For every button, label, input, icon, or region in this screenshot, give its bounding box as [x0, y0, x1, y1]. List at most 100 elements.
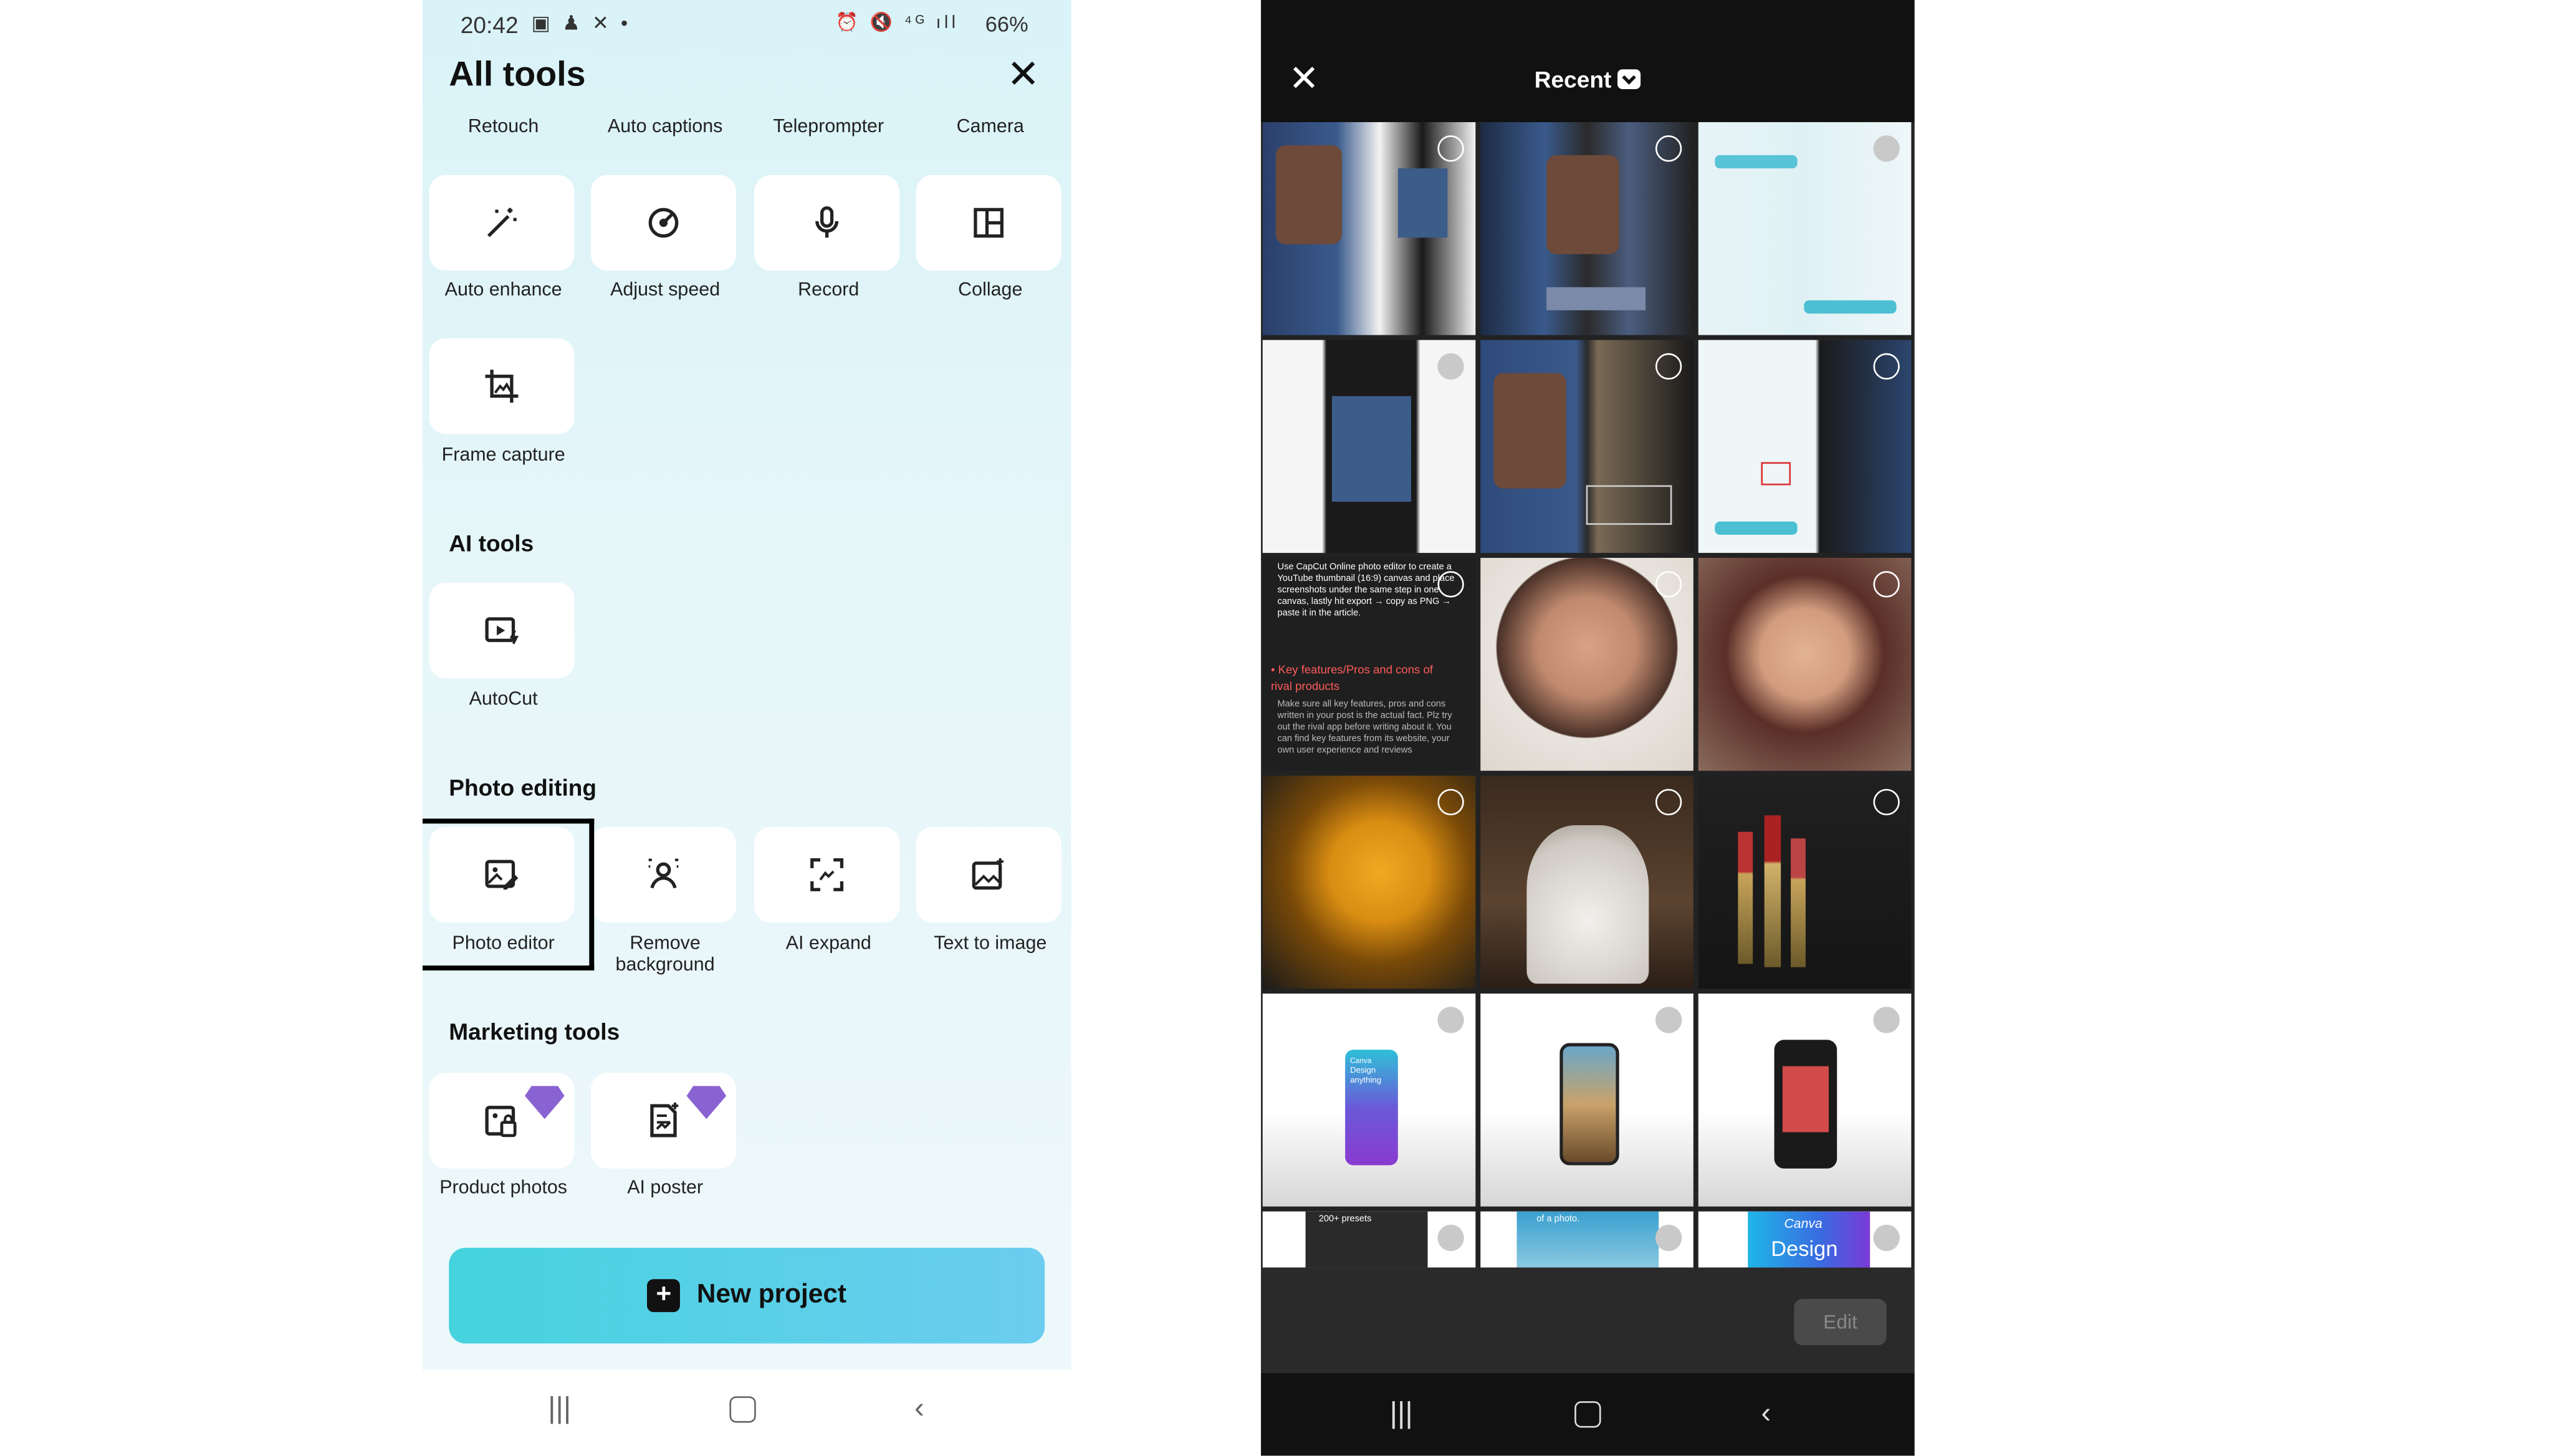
expand-icon: [810, 858, 844, 891]
gallery-thumbnail[interactable]: [1480, 775, 1693, 989]
adjust-speed-label: Adjust speed: [610, 280, 721, 300]
plus-icon: +: [647, 1279, 681, 1313]
edit-button[interactable]: Edit: [1794, 1298, 1887, 1346]
recent-apps-icon[interactable]: |||: [548, 1391, 571, 1426]
thumbnail-text: Make sure all key features, pros and con…: [1277, 699, 1452, 756]
select-circle[interactable]: [1655, 1007, 1682, 1033]
speed-icon: [648, 208, 679, 238]
select-circle[interactable]: [1437, 353, 1464, 380]
autocut-label: AutoCut: [469, 689, 538, 710]
home-icon[interactable]: [1574, 1401, 1601, 1428]
notification-icons: ▣ ♟ ✕ •: [531, 11, 631, 35]
product-photos-button[interactable]: [429, 1073, 575, 1169]
select-circle[interactable]: [1873, 135, 1900, 162]
album-title: Recent: [1534, 65, 1612, 93]
thumbnail-text: of a photo.: [1536, 1214, 1580, 1225]
auto-enhance-label: Auto enhance: [444, 280, 562, 300]
select-circle[interactable]: [1873, 788, 1900, 816]
close-icon[interactable]: ✕: [1003, 55, 1043, 96]
product-photos-label: Product photos: [439, 1178, 568, 1199]
thumbnail-text: Canva: [1784, 1216, 1823, 1232]
gallery-thumbnail[interactable]: [1480, 558, 1693, 771]
ai-expand-label: AI expand: [785, 934, 871, 954]
frame-capture-button[interactable]: [429, 338, 575, 434]
select-circle[interactable]: [1873, 1224, 1900, 1252]
select-circle[interactable]: [1873, 1007, 1900, 1033]
gallery-thumbnail[interactable]: of a photo.: [1480, 1211, 1693, 1268]
collage-label: Collage: [958, 280, 1023, 300]
gallery-thumbnail[interactable]: [1480, 122, 1693, 335]
collage-icon: [974, 208, 1003, 238]
back-icon[interactable]: ‹: [1761, 1396, 1771, 1431]
select-circle[interactable]: [1873, 571, 1900, 598]
record-button[interactable]: [754, 175, 900, 271]
text-to-image-button[interactable]: [916, 826, 1061, 923]
gallery-thumbnail[interactable]: [1698, 340, 1912, 553]
record-label: Record: [798, 280, 860, 300]
auto-enhance-button[interactable]: [429, 175, 575, 271]
gallery-thumbnail[interactable]: [1262, 122, 1476, 335]
frame-capture-label: Frame capture: [441, 445, 565, 466]
select-circle[interactable]: [1437, 1007, 1464, 1033]
gallery-thumbnail[interactable]: Canva Design anything: [1262, 994, 1476, 1207]
select-circle[interactable]: [1437, 135, 1464, 162]
gallery-thumbnail[interactable]: Use CapCut Online photo editor to create…: [1262, 558, 1476, 771]
select-circle[interactable]: [1655, 135, 1682, 162]
gallery-thumbnail[interactable]: [1480, 994, 1693, 1207]
select-circle[interactable]: [1437, 1224, 1464, 1252]
microphone-icon: [815, 206, 839, 238]
gallery-thumbnail[interactable]: [1262, 775, 1476, 989]
gallery-thumbnail[interactable]: [1698, 558, 1912, 771]
adjust-speed-button[interactable]: [590, 175, 737, 271]
chevron-down-icon: [1617, 70, 1642, 90]
premium-gem-icon: [525, 1086, 565, 1119]
gallery-header: [1261, 0, 1915, 122]
new-project-button[interactable]: + New project: [449, 1247, 1045, 1344]
all-tools-screen: 20:42 ▣ ♟ ✕ • ⏰ 🔇 ⁴ᴳ ıll 66% All tools ✕…: [422, 0, 1071, 1433]
thumbnail-text: 200+ presets: [1318, 1214, 1372, 1225]
gallery-thumbnail[interactable]: [1698, 122, 1912, 335]
select-circle[interactable]: [1655, 571, 1682, 598]
text-to-image-label: Text to image: [934, 934, 1047, 954]
tool-label-retouch[interactable]: Retouch: [423, 117, 586, 138]
gallery-thumbnail[interactable]: [1262, 340, 1476, 553]
gallery-thumbnail[interactable]: [1698, 775, 1912, 989]
gallery-thumbnail[interactable]: 200+ presets: [1262, 1211, 1476, 1268]
poster-icon: [650, 1102, 679, 1138]
select-circle[interactable]: [1655, 788, 1682, 816]
select-circle[interactable]: [1873, 353, 1900, 380]
thumbnail-text: Canva: [1350, 1056, 1372, 1065]
select-circle[interactable]: [1655, 353, 1682, 380]
tool-label-auto-captions[interactable]: Auto captions: [583, 117, 748, 138]
remove-bg-icon: [648, 858, 679, 889]
ai-poster-label: AI poster: [627, 1178, 704, 1199]
remove-background-label: Remove background: [615, 934, 715, 975]
album-selector[interactable]: Recent: [1261, 66, 1915, 92]
gallery-thumbnail[interactable]: Canva Design: [1698, 1211, 1912, 1268]
autocut-icon: [485, 617, 519, 644]
battery-level: 66%: [985, 11, 1028, 37]
collage-button[interactable]: [916, 175, 1061, 271]
ai-poster-button[interactable]: [590, 1073, 737, 1169]
section-marketing-tools: Marketing tools: [449, 1018, 620, 1045]
autocut-button[interactable]: [429, 582, 575, 679]
thumbnail-text: Use CapCut Online photo editor to create…: [1277, 562, 1455, 619]
recent-gallery-screen: ✕ Recent Use CapCut Online photo editor …: [1261, 0, 1915, 1456]
system-icons: ⏰ 🔇 ⁴ᴳ ıll: [835, 13, 959, 33]
back-icon[interactable]: ‹: [914, 1391, 924, 1426]
home-icon[interactable]: [729, 1396, 756, 1423]
select-circle[interactable]: [1655, 1224, 1682, 1252]
new-project-label: New project: [696, 1280, 847, 1309]
tool-label-camera[interactable]: Camera: [908, 117, 1071, 138]
select-circle[interactable]: [1437, 571, 1464, 598]
recent-apps-icon[interactable]: |||: [1390, 1396, 1413, 1431]
thumbnail-heading: • Key features/Pros and cons of rival pr…: [1270, 665, 1433, 694]
ai-expand-button[interactable]: [754, 826, 900, 923]
gallery-thumbnail[interactable]: [1698, 994, 1912, 1207]
status-time: 20:42: [460, 11, 519, 38]
thumbnail-text: Design: [1771, 1236, 1838, 1262]
remove-background-button[interactable]: [590, 826, 737, 923]
tool-label-teleprompter[interactable]: Teleprompter: [746, 117, 911, 138]
gallery-thumbnail[interactable]: [1480, 340, 1693, 553]
select-circle[interactable]: [1437, 788, 1464, 816]
